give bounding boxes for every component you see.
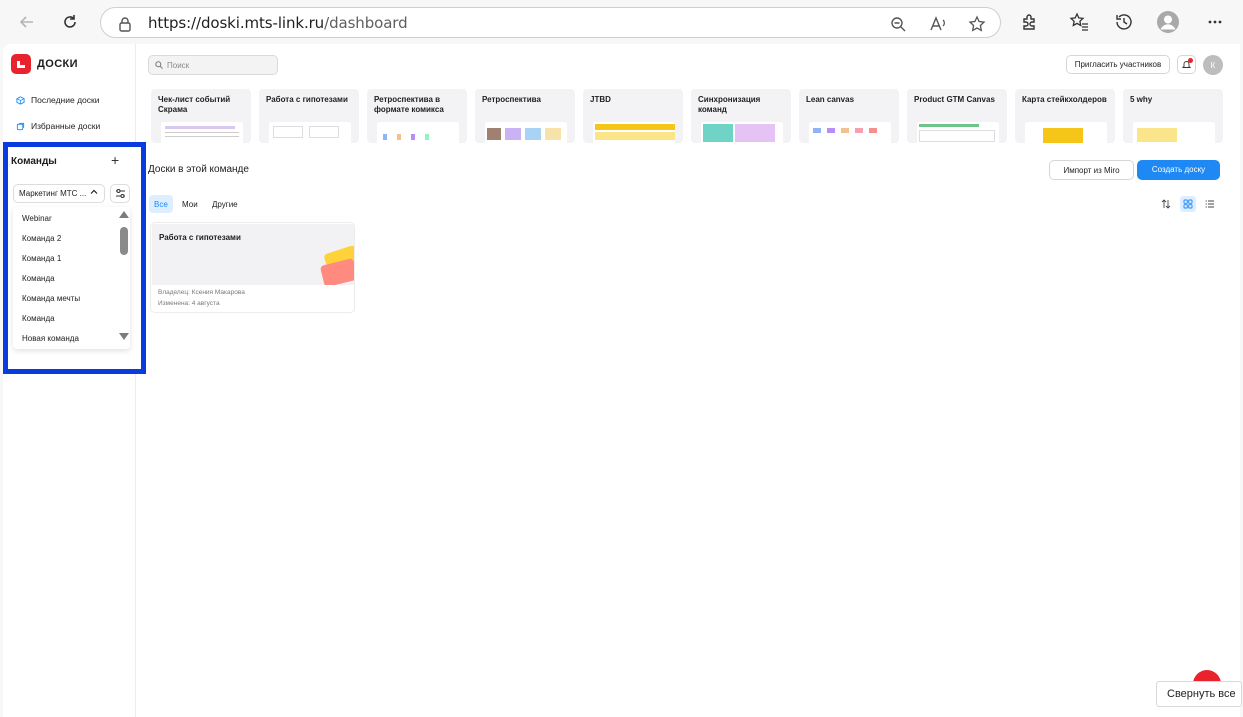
notifications-button[interactable] xyxy=(1177,55,1196,74)
template-card[interactable]: Работа с гипотезами xyxy=(259,89,359,143)
scroll-up-arrow-icon[interactable] xyxy=(119,211,129,218)
template-preview xyxy=(701,122,783,143)
board-owner: Владелец: Ксения Макарова xyxy=(158,289,245,296)
teams-title: Команды xyxy=(11,156,57,167)
search-placeholder: Поиск xyxy=(167,61,190,70)
scroll-down-arrow-icon[interactable] xyxy=(119,333,129,340)
collapse-all-tooltip: Свернуть все xyxy=(1156,681,1242,707)
sidebar-item-label: Последние доски xyxy=(31,95,100,105)
zoom-out-icon[interactable] xyxy=(888,14,908,34)
template-title: Lean canvas xyxy=(806,95,855,104)
invite-button[interactable]: Пригласить участников xyxy=(1066,55,1170,74)
sidebar-item-label: Избранные доски xyxy=(31,121,101,131)
logo-mark-icon xyxy=(11,54,31,74)
favorite-star-icon[interactable] xyxy=(967,14,987,34)
template-title: JTBD xyxy=(590,95,611,104)
tab-others[interactable]: Другие xyxy=(207,195,243,213)
boards-icon xyxy=(16,122,25,130)
template-card[interactable]: Lean canvas xyxy=(799,89,899,143)
template-title: Карта стейкхолдеров xyxy=(1022,95,1107,104)
team-option[interactable]: Команда 2 xyxy=(22,234,61,243)
sidebar-item-recent[interactable]: Последние доски xyxy=(16,95,99,105)
team-option[interactable]: Webinar xyxy=(22,214,52,223)
template-card[interactable]: JTBD xyxy=(583,89,683,143)
import-miro-button[interactable]: Импорт из Miro xyxy=(1049,160,1134,180)
logo-text: ДОСКИ xyxy=(37,58,78,70)
logo[interactable]: ДОСКИ xyxy=(11,54,78,74)
template-card[interactable]: Ретроспектива в формате комикса xyxy=(367,89,467,143)
template-card[interactable]: 5 why xyxy=(1123,89,1223,143)
team-select-value: Маркетинг МТС ... xyxy=(19,189,87,198)
template-preview xyxy=(485,122,567,143)
board-thumbnail: Работа с гипотезами xyxy=(152,224,354,285)
team-settings-button[interactable] xyxy=(110,184,130,203)
scrollbar-thumb[interactable] xyxy=(120,227,128,255)
template-title: Работа с гипотезами xyxy=(266,95,348,104)
team-select[interactable]: Маркетинг МТС ... xyxy=(13,184,105,203)
profile-icon[interactable] xyxy=(1156,10,1180,34)
template-preview xyxy=(593,122,675,143)
team-option[interactable]: Команда xyxy=(22,274,55,283)
template-card[interactable]: Ретроспектива xyxy=(475,89,575,143)
team-dropdown-list: Webinar Команда 2 Команда 1 Команда Кома… xyxy=(13,207,130,349)
template-title: Ретроспектива в формате комикса xyxy=(374,95,444,114)
template-title: Product GTM Canvas xyxy=(914,95,995,104)
grid-view-icon[interactable] xyxy=(1180,196,1196,212)
template-preview xyxy=(809,122,891,143)
cube-icon xyxy=(16,95,25,105)
template-preview xyxy=(269,122,351,143)
tab-mine[interactable]: Мои xyxy=(177,195,203,213)
extensions-icon[interactable] xyxy=(1018,10,1042,34)
template-preview xyxy=(1133,122,1215,143)
favorites-icon[interactable] xyxy=(1067,10,1091,34)
template-title: Чек-лист событий Скрама xyxy=(158,95,231,114)
template-title: Синхронизация команд xyxy=(698,95,761,114)
back-icon[interactable] xyxy=(14,9,40,35)
history-icon[interactable] xyxy=(1112,10,1136,34)
sort-icon[interactable] xyxy=(1158,196,1174,212)
board-modified: Изменена: 4 августа xyxy=(158,300,220,307)
template-card[interactable]: Карта стейкхолдеров xyxy=(1015,89,1115,143)
lock-icon[interactable] xyxy=(115,14,135,34)
board-card[interactable]: Работа с гипотезами Владелец: Ксения Мак… xyxy=(150,222,355,313)
team-option[interactable]: Команда 1 xyxy=(22,254,61,263)
app-page: ДОСКИ Последние доски Избранные доски Ко… xyxy=(3,44,1240,717)
template-card[interactable]: Чек-лист событий Скрама xyxy=(151,89,251,143)
search-icon xyxy=(155,61,163,71)
browser-toolbar: https://doski.mts-link.ru/dashboard xyxy=(0,0,1243,44)
create-board-button[interactable]: Создать доску xyxy=(1137,160,1220,180)
board-illustration xyxy=(320,246,354,285)
search-input[interactable]: Поиск xyxy=(148,55,278,75)
board-title: Работа с гипотезами xyxy=(159,233,241,242)
chevron-up-icon xyxy=(90,188,98,198)
address-bar[interactable]: https://doski.mts-link.ru/dashboard xyxy=(100,7,1001,38)
list-view-icon[interactable] xyxy=(1202,196,1218,212)
add-team-button[interactable]: + xyxy=(111,152,119,168)
notification-dot xyxy=(1188,58,1193,63)
section-title: Доски в этой команде xyxy=(148,164,249,175)
refresh-icon[interactable] xyxy=(57,9,83,35)
template-preview xyxy=(377,122,459,143)
more-menu-icon[interactable] xyxy=(1203,10,1227,34)
template-preview xyxy=(1025,122,1107,143)
sliders-icon xyxy=(115,189,125,198)
url-text[interactable]: https://doski.mts-link.ru/dashboard xyxy=(148,14,408,32)
teams-panel: Команды + Маркетинг МТС ... Webinar Кома… xyxy=(3,142,146,374)
read-aloud-icon[interactable] xyxy=(928,14,948,34)
team-option[interactable]: Новая команда xyxy=(22,334,79,343)
template-title: 5 why xyxy=(1130,95,1153,104)
template-card[interactable]: Product GTM Canvas xyxy=(907,89,1007,143)
templates-row: Чек-лист событий Скрама Работа с гипотез… xyxy=(151,89,1240,143)
sidebar-item-favorites[interactable]: Избранные доски xyxy=(16,121,100,131)
avatar[interactable]: К xyxy=(1203,55,1223,75)
team-option[interactable]: Команда мечты xyxy=(22,294,80,303)
template-preview xyxy=(161,122,243,143)
team-option[interactable]: Команда xyxy=(22,314,55,323)
template-card[interactable]: Синхронизация команд xyxy=(691,89,791,143)
tab-all[interactable]: Все xyxy=(149,195,173,213)
template-title: Ретроспектива xyxy=(482,95,541,104)
template-preview xyxy=(917,122,999,143)
